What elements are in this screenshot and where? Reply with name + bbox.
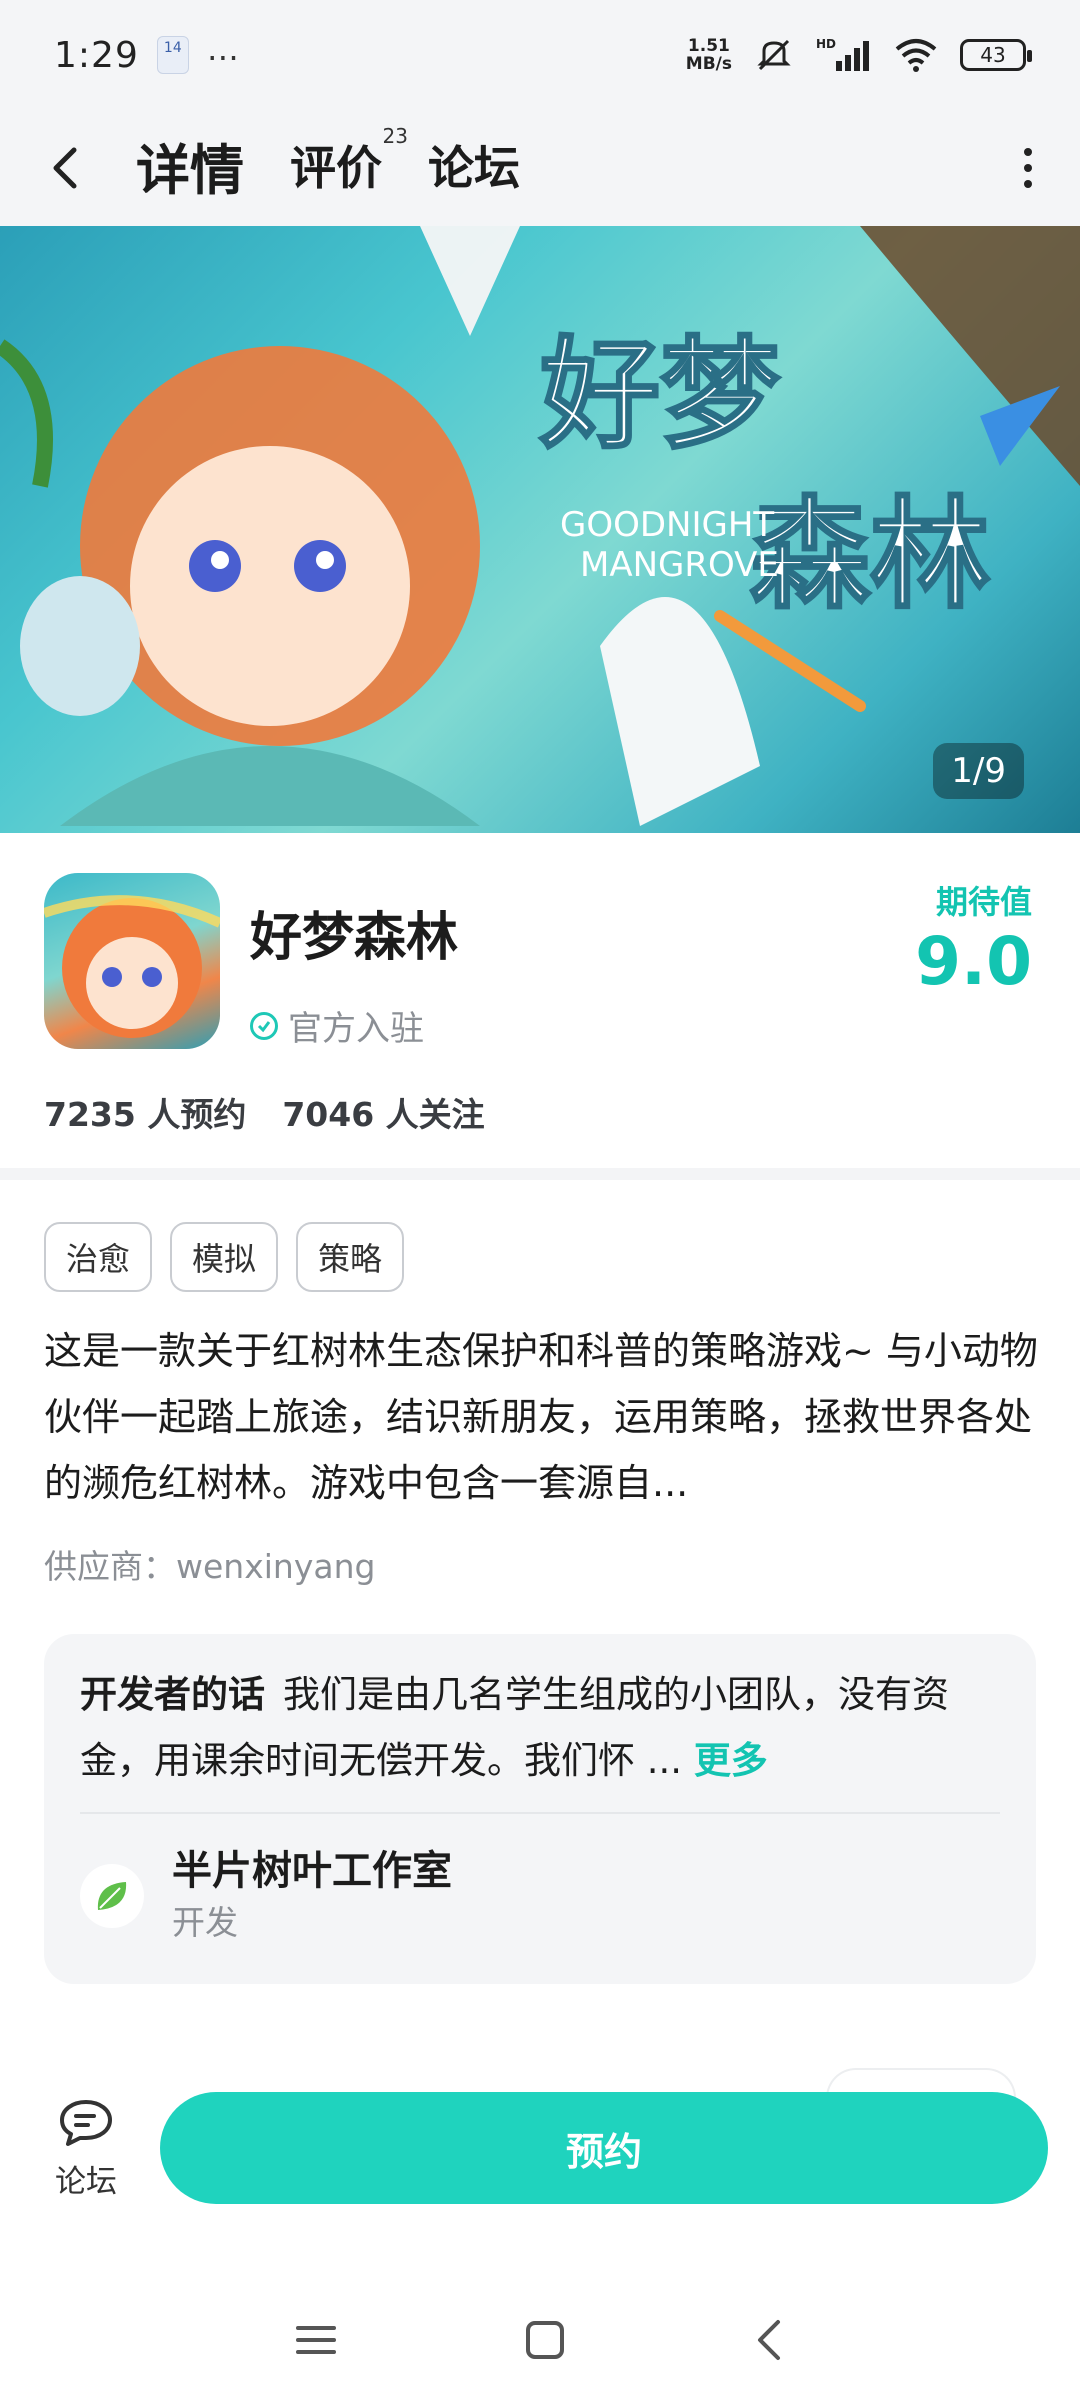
app-icon bbox=[44, 873, 220, 1049]
tab-reviews[interactable]: 评价 23 bbox=[290, 124, 408, 204]
system-nav-bar bbox=[0, 2280, 1080, 2400]
screenshot-carousel[interactable]: 好梦 森林 GOODNIGHT MANGROVE 1/9 bbox=[0, 226, 1080, 833]
tag-list: 治愈 模拟 策略 bbox=[44, 1222, 405, 1292]
signal-icon: HD bbox=[816, 37, 869, 71]
more-notifications-icon: … bbox=[206, 30, 241, 68]
svg-text:GOODNIGHT: GOODNIGHT bbox=[560, 505, 774, 545]
forum-button[interactable]: 论坛 bbox=[44, 2098, 128, 2201]
follower-count: 7046 人关注 bbox=[282, 1095, 485, 1134]
mute-icon bbox=[757, 39, 791, 71]
tab-forum[interactable]: 论坛 bbox=[428, 132, 520, 204]
app-name: 好梦森林 bbox=[250, 908, 459, 968]
back-button[interactable] bbox=[40, 138, 90, 198]
svg-text:森林: 森林 bbox=[750, 486, 990, 625]
tab-reviews-label: 评价 bbox=[290, 141, 382, 195]
tag-strategy[interactable]: 策略 bbox=[296, 1222, 405, 1292]
app-info-section: 好梦森林 官方入驻 期待值 9.0 7235 人预约 7046 人关注 bbox=[0, 833, 1080, 1168]
menu-icon[interactable] bbox=[296, 2318, 336, 2362]
home-icon[interactable] bbox=[526, 2321, 564, 2359]
forum-label: 论坛 bbox=[55, 2164, 117, 2200]
developer-words: 开发者的话 我们是由几名学生组成的小团队，没有资金，用课余时间无偿开发。我们怀 .… bbox=[80, 1662, 1010, 1794]
banner-artwork: 好梦 森林 GOODNIGHT MANGROVE bbox=[0, 226, 1080, 826]
leaf-icon bbox=[80, 1864, 144, 1928]
wifi-icon bbox=[895, 39, 937, 72]
battery-indicator: 43 bbox=[960, 39, 1032, 71]
reserve-button[interactable]: 预约 bbox=[160, 2092, 1048, 2204]
tag-simulation[interactable]: 模拟 bbox=[170, 1222, 279, 1292]
expectation-score: 9.0 bbox=[915, 923, 1032, 1000]
studio-name[interactable]: 半片树叶工作室 bbox=[172, 1838, 452, 1896]
section-divider bbox=[0, 1168, 1080, 1180]
network-speed-unit: MB/s bbox=[685, 54, 732, 74]
expectation-label: 期待值 bbox=[935, 883, 1032, 921]
network-speed: 1.51 MB/s bbox=[686, 37, 732, 73]
game-description[interactable]: 这是一款关于红树林生态保护和科普的策略游戏~ 与小动物伙伴一起踏上旅途，结识新朋… bbox=[44, 1318, 1044, 1516]
tag-healing[interactable]: 治愈 bbox=[44, 1222, 153, 1292]
developer-card[interactable]: 开发者的话 我们是由几名学生组成的小团队，没有资金，用课余时间无偿开发。我们怀 .… bbox=[44, 1634, 1036, 1984]
svg-text:MANGROVE: MANGROVE bbox=[580, 545, 779, 585]
tab-details-label: 详情 bbox=[136, 138, 244, 202]
back-icon[interactable] bbox=[754, 2318, 784, 2362]
status-time: 1:29 bbox=[54, 34, 139, 76]
top-nav: 详情 评价 23 论坛 bbox=[0, 110, 1080, 226]
chevron-left-icon bbox=[53, 147, 77, 189]
reservation-count: 7235 人预约 bbox=[44, 1095, 247, 1134]
tab-details[interactable]: 详情 bbox=[132, 126, 248, 211]
card-divider bbox=[80, 1812, 1000, 1814]
tab-forum-label: 论坛 bbox=[428, 141, 520, 195]
more-options-icon[interactable] bbox=[1024, 148, 1032, 188]
app-stats: 7235 人预约 7046 人关注 bbox=[44, 1088, 485, 1136]
verified-check-icon bbox=[250, 1011, 278, 1040]
carousel-counter: 1/9 bbox=[933, 743, 1024, 799]
official-label: 官方入驻 bbox=[288, 1009, 424, 1049]
supplier-info: 供应商：wenxinyang bbox=[44, 1547, 376, 1586]
more-link[interactable]: 更多 bbox=[694, 1739, 768, 1782]
network-speed-value: 1.51 bbox=[687, 36, 730, 56]
signal-label: HD bbox=[816, 37, 836, 51]
studio-role: 开发 bbox=[172, 1903, 238, 1942]
reviews-count-badge: 23 bbox=[382, 124, 408, 148]
svg-text:好梦: 好梦 bbox=[539, 326, 780, 465]
developer-words-label: 开发者的话 bbox=[80, 1673, 265, 1716]
status-bar: 1:29 14 … 1.51 MB/s HD 43 bbox=[0, 0, 1080, 110]
chat-bubble-icon bbox=[60, 2100, 112, 2146]
calendar-icon: 14 bbox=[156, 36, 189, 74]
banner-logo: 好梦 森林 GOODNIGHT MANGROVE bbox=[538, 325, 992, 627]
official-badge: 官方入驻 bbox=[250, 1001, 424, 1050]
